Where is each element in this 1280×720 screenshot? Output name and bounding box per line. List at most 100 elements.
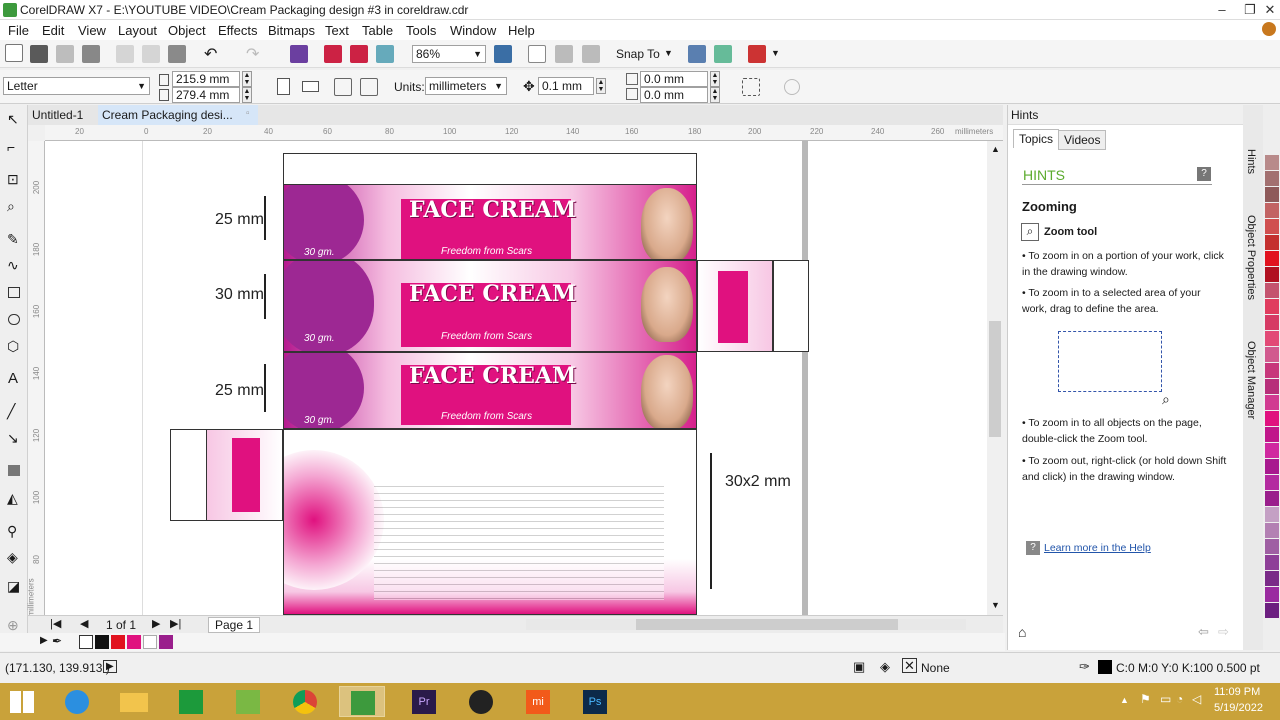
palette-swatch[interactable] [1265,299,1279,314]
freehand-tool-icon[interactable]: ✎ [7,231,19,248]
rectangle-tool-icon[interactable] [8,287,20,298]
tray-volume-icon[interactable]: ◁ [1192,692,1201,706]
h-scroll-thumb[interactable] [636,619,898,630]
docker-tab-object-manager[interactable]: Object Manager [1245,341,1257,419]
export-icon[interactable] [324,45,342,63]
snap-chevron-down-icon[interactable]: ▼ [664,48,673,58]
palette-swatch[interactable] [1265,411,1279,426]
ingredients-panel[interactable] [283,429,697,615]
duplicate-y-spinner[interactable]: ▲ ▼ [710,87,720,103]
palette-swatch[interactable] [1265,379,1279,394]
menu-layout[interactable]: Layout [118,23,157,38]
page-height-spinner[interactable]: ▲ ▼ [242,87,252,103]
menu-edit[interactable]: Edit [42,23,64,38]
taskbar-obs-icon[interactable] [458,686,504,717]
clock-time[interactable]: 11:09 PM [1214,686,1260,698]
tray-wifi-icon[interactable]: ◔ [1176,692,1183,706]
palette-swatch[interactable] [1265,603,1279,618]
palette-swatch[interactable] [1265,347,1279,362]
connector-tool-icon[interactable]: ↘ [7,430,19,447]
menu-object[interactable]: Object [168,23,206,38]
palette-swatch[interactable] [1265,283,1279,298]
drop-shadow-icon[interactable] [8,465,20,476]
swatch-white[interactable] [143,635,157,649]
outline-color-swatch[interactable] [1098,660,1112,674]
menu-bitmaps[interactable]: Bitmaps [268,23,315,38]
package-panel-side[interactable]: FACE CREAM Freedom from Scars 30 gm. [283,260,697,352]
help-icon[interactable]: ? [1197,167,1211,181]
palette-swatch[interactable] [1265,571,1279,586]
menu-effects[interactable]: Effects [218,23,258,38]
package-panel-front[interactable]: FACE CREAM Freedom from Scars 30 gm. [283,184,697,260]
side-flap-left[interactable] [206,429,283,521]
publish-pdf-icon[interactable] [350,45,368,63]
menu-table[interactable]: Table [362,23,393,38]
home-icon[interactable]: ⌂ [1018,624,1026,640]
rounded-corner-icon[interactable] [784,79,800,95]
palette-swatch[interactable] [1265,155,1279,170]
palette-swatch[interactable] [1265,171,1279,186]
palette-swatch[interactable] [1265,539,1279,554]
palette-swatch[interactable] [1265,187,1279,202]
scroll-thumb[interactable] [989,321,1001,437]
palette-swatch[interactable] [1265,203,1279,218]
zoom-tool-icon[interactable]: ⌕ [7,198,15,215]
tray-battery-icon[interactable]: ▭ [1160,692,1171,706]
close-button[interactable]: ✕ [1256,0,1280,20]
status-play-icon[interactable]: ▶ [103,660,117,673]
palette-swatch[interactable] [1265,267,1279,282]
units-dropdown[interactable]: millimeters ▼ [425,77,507,95]
crop-tool-icon[interactable]: ⊡ [7,171,19,188]
taskbar-explorer-icon[interactable] [111,686,157,717]
page-width-field[interactable]: 215.9 mm [172,71,240,87]
drawing-canvas[interactable]: FACE CREAM Freedom from Scars 30 gm. FAC… [45,141,987,615]
palette-swatch[interactable] [1265,395,1279,410]
menu-file[interactable]: File [8,23,29,38]
full-screen-preview-icon[interactable] [494,45,512,63]
minimize-button[interactable]: – [1208,0,1236,20]
tab-videos[interactable]: Videos [1058,130,1107,150]
page-tab[interactable]: Page 1 [208,617,261,633]
taskbar-photoshop-icon[interactable]: Ps [572,686,618,717]
options-icon[interactable] [714,45,732,63]
taskbar-chrome-icon[interactable] [282,686,328,717]
glue-flap-left[interactable] [170,429,207,521]
top-flap[interactable] [283,153,697,185]
tray-chevron-icon[interactable]: ▲ [1120,695,1129,705]
last-page-icon[interactable]: ▶| [170,617,181,630]
application-launcher-icon[interactable] [376,45,394,63]
eyedropper-icon[interactable]: ✒ [52,634,62,648]
artistic-media-icon[interactable]: ∿ [7,257,19,274]
glue-flap-right[interactable] [773,260,809,352]
taskbar-ie-icon[interactable] [54,686,100,717]
treat-as-filled-icon[interactable] [742,78,760,96]
duplicate-x-field[interactable]: 0.0 mm [640,71,708,87]
palette-swatch[interactable] [1265,459,1279,474]
show-guidelines-icon[interactable] [582,45,600,63]
swatch-none[interactable] [79,635,93,649]
package-panel-back[interactable]: FACE CREAM Freedom from Scars 30 gm. [283,352,697,429]
palette-swatch[interactable] [1265,427,1279,442]
back-arrow-icon[interactable]: ⇦ [1198,624,1209,640]
swatch-purple[interactable] [159,635,173,649]
save-icon[interactable] [56,45,74,63]
forward-arrow-icon[interactable]: ⇨ [1218,624,1229,640]
landscape-icon[interactable] [302,81,319,92]
start-windows-icon[interactable] [10,691,34,713]
docker-tab-object-properties[interactable]: Object Properties [1245,215,1257,300]
scroll-up-icon[interactable]: ▲ [991,144,1000,154]
palette-swatch[interactable] [1265,235,1279,250]
page-size-dropdown[interactable]: Letter ▼ [3,77,150,95]
learn-more-link[interactable]: Learn more in the Help [1044,542,1151,554]
tab-cream-packaging[interactable]: Cream Packaging desi... [98,105,258,125]
palette-swatch[interactable] [1265,555,1279,570]
undo-icon[interactable]: ↶ [204,44,217,64]
swatch-red[interactable] [111,635,125,649]
palette-swatch[interactable] [1265,475,1279,490]
tab-topics[interactable]: Topics [1013,129,1060,148]
close-tab-icon[interactable]: ▫ [246,108,250,119]
transparency-tool-icon[interactable]: ◭ [7,490,18,507]
shape-tool-icon[interactable]: ⌐ [7,139,15,155]
palette-arrow-icon[interactable]: ▶ [40,635,48,646]
smart-fill-icon[interactable]: ◪ [7,578,20,595]
